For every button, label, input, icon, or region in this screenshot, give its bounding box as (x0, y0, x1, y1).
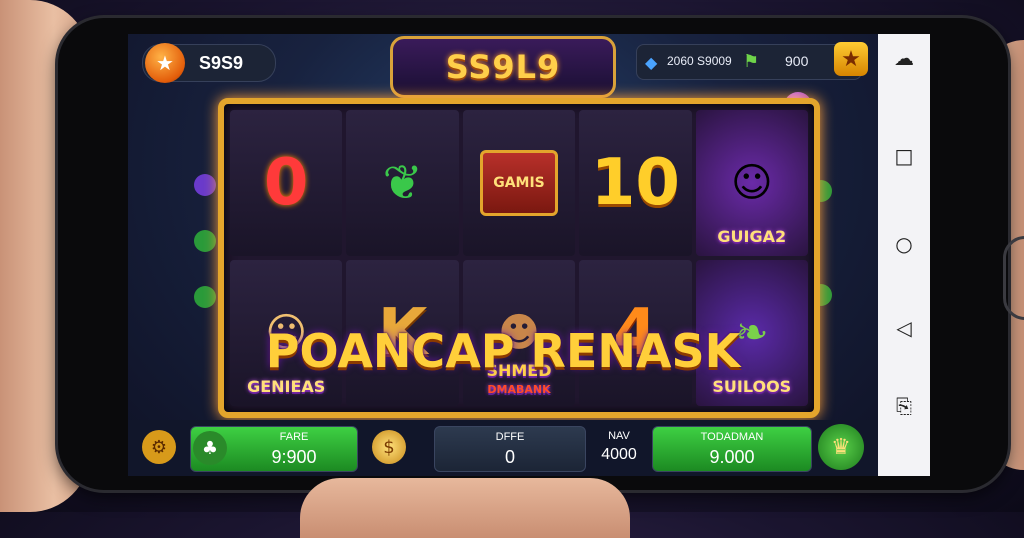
cloud-icon[interactable]: ☁ (892, 46, 916, 70)
back-icon[interactable]: ◁ (892, 316, 916, 340)
green-pepper-icon: ❦ (382, 155, 423, 211)
stats-bar: ◆ 2060 S9009 ⚑ 900 (636, 44, 862, 80)
fare-label: FARE (279, 431, 309, 443)
fare-value: 9:900 (271, 447, 317, 467)
todadman-label: TODADMAN (700, 431, 764, 443)
settings-gear-icon[interactable]: ⚙ (142, 430, 176, 464)
left-gem-icon (194, 286, 216, 308)
tent-icon: GAMIS (479, 150, 558, 216)
nav-label: NAV (608, 430, 630, 442)
home-icon[interactable]: ○ (892, 232, 916, 256)
gem-icon: ◆ (645, 53, 658, 72)
game-screen: ★ S9S9 SS9L9 ◆ 2060 S9009 ⚑ 900 ★ 0 ❦ GA… (128, 34, 878, 476)
bet-icon: ♣ (193, 431, 227, 465)
coin-balance-value: S9S9 (199, 53, 244, 73)
dffe-value: 0 (504, 447, 515, 467)
dffe-label: DFFE (495, 431, 525, 443)
win-banner: POANCAP RENASK (238, 316, 768, 386)
nav-value: 4000 (601, 446, 637, 463)
coin-icon: ★ (145, 43, 185, 83)
slot-symbol: GUIGA2 (717, 227, 787, 246)
phone-home-button[interactable] (1003, 236, 1024, 320)
reel-cell: ☺ GUIGA2 (695, 110, 808, 256)
spin-button[interactable]: ♛ (818, 424, 864, 470)
reel-cell: ❦ (346, 110, 459, 256)
bottom-control-bar: ⚙ ♣ FARE 9:900 $ DFFE 0 NAV 4000 TODADMA… (128, 420, 878, 476)
gold-coin-icon[interactable]: $ (372, 430, 406, 464)
holding-thumb (300, 478, 630, 538)
recent-apps-icon[interactable]: □ (892, 144, 916, 168)
slot-symbol: 10 (590, 146, 680, 220)
share-icon[interactable]: ⎘ (892, 394, 916, 418)
dffe-panel[interactable]: DFFE 0 (434, 426, 586, 472)
left-gem-icon (194, 230, 216, 252)
slot-symbol: GAMIS (493, 175, 545, 191)
win-banner-text: POANCAP RENASK (265, 324, 741, 378)
fare-panel[interactable]: ♣ FARE 9:900 (190, 426, 358, 472)
system-nav-bar: ☁ □ ○ ◁ ⎘ (878, 34, 930, 476)
left-gem-icon (194, 174, 216, 196)
flag-icon: ⚑ (743, 51, 760, 72)
gem-stat-value: 2060 S9009 (667, 54, 732, 68)
flag-stat-value: 900 (785, 53, 809, 69)
reel-cell: 10 (579, 110, 692, 256)
todadman-panel[interactable]: TODADMAN 9.000 (652, 426, 812, 472)
reel-cell: 0 (230, 110, 343, 256)
reel-cell: GAMIS (462, 110, 576, 256)
game-logo: SS9L9 (390, 36, 616, 98)
nav-panel[interactable]: NAV 4000 (590, 426, 648, 470)
todadman-value: 9.000 (709, 447, 755, 467)
favorite-star-button[interactable]: ★ (834, 42, 868, 76)
coin-balance[interactable]: ★ S9S9 (142, 43, 276, 83)
slot-symbol: 0 (263, 146, 309, 220)
character-face-icon: ☺ (730, 160, 773, 206)
game-logo-text: SS9L9 (445, 48, 561, 86)
